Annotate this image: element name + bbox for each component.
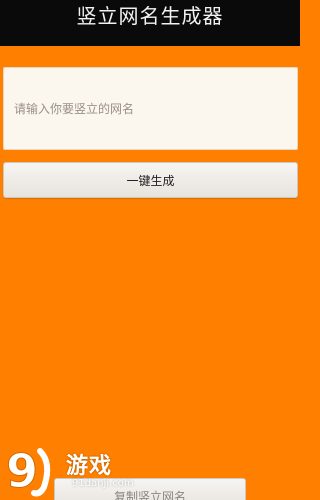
watermark-brand: 游戏 — [66, 454, 113, 479]
copy-name-button[interactable]: 复制竖立网名 — [54, 478, 246, 500]
name-input-container — [3, 67, 298, 150]
logo-numeral: 9 — [6, 444, 38, 498]
generate-button[interactable]: 一键生成 — [3, 162, 298, 198]
app-title: 竖立网名生成器 — [76, 4, 224, 28]
app-bar: 竖立网名生成器 — [0, 0, 300, 46]
name-input[interactable] — [4, 68, 297, 149]
